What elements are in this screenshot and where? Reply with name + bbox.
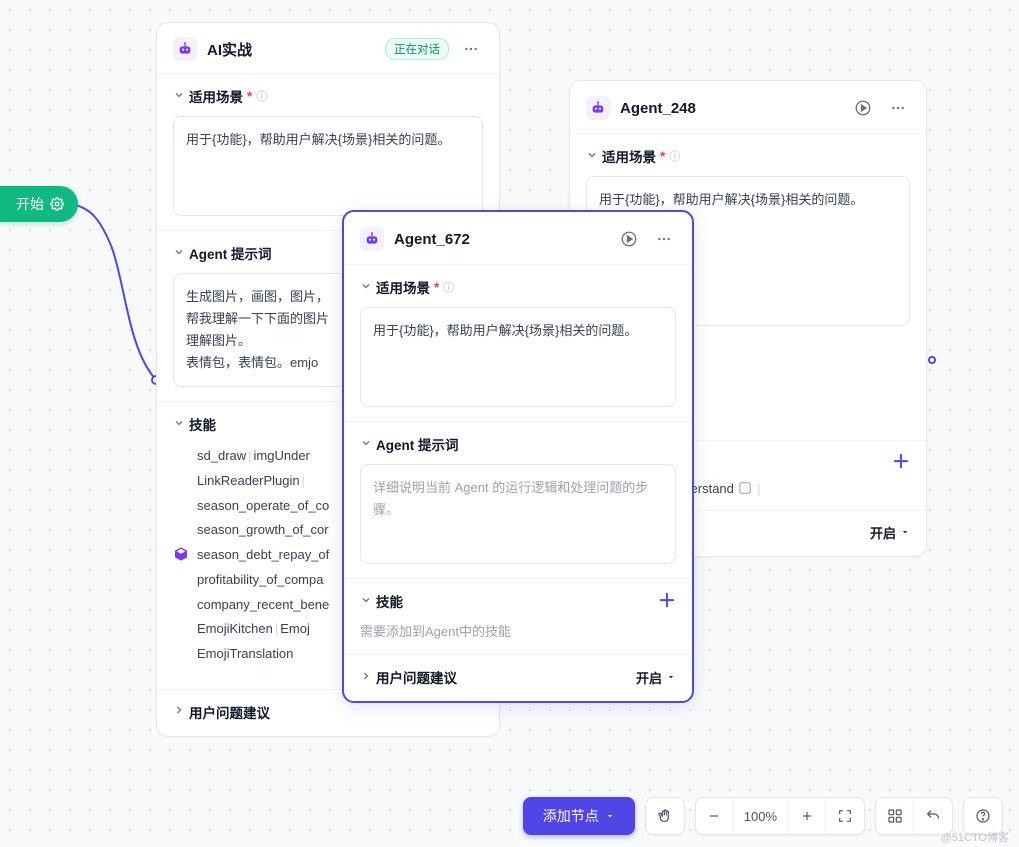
- section-title: 用户问题建议: [189, 702, 270, 722]
- prompt-line: 生成图片，画图，图片，: [186, 289, 329, 304]
- card-title: AI实战: [207, 39, 375, 60]
- section-title: 适用场景: [602, 146, 656, 166]
- info-icon: ⓘ: [443, 279, 454, 295]
- section-title: 适用场景: [189, 86, 243, 106]
- status-badge: 正在对话: [385, 38, 449, 60]
- zoom-level[interactable]: 100%: [734, 798, 788, 834]
- agent-card-672[interactable]: Agent_672 适用场景* ⓘ 用于{功能}，帮助用户解决{场景}相关的问题…: [342, 210, 694, 703]
- section-title: 用户问题建议: [376, 667, 457, 687]
- more-icon[interactable]: [459, 37, 483, 61]
- card-header: AI实战 正在对话: [157, 23, 499, 73]
- prompt-placeholder[interactable]: 详细说明当前 Agent 的运行逻辑和处理问题的步骤。: [360, 464, 676, 564]
- add-skill-button[interactable]: ＋: [658, 592, 676, 610]
- play-icon[interactable]: [850, 95, 876, 121]
- section-title: 技能: [376, 591, 403, 611]
- prompt-line: 理解图片。: [186, 333, 251, 348]
- toggle-label: 开启: [636, 668, 662, 687]
- toggle-label: 开启: [870, 523, 896, 542]
- auto-layout-button[interactable]: [876, 798, 914, 834]
- prompt-line: 帮我理解一下下面的图片: [186, 311, 329, 326]
- bot-icon: [586, 96, 610, 120]
- section-title: Agent 提示词: [189, 243, 272, 263]
- start-label: 开始: [16, 194, 44, 214]
- zoom-in-button[interactable]: [788, 798, 826, 834]
- chevron-down-icon[interactable]: [173, 89, 185, 104]
- required-mark: *: [247, 89, 252, 104]
- skills-section: 技能 ＋ 需要添加到Agent中的技能: [344, 578, 692, 654]
- gear-icon: [50, 197, 64, 211]
- prompt-line: 表情包，表情包。emjo: [186, 355, 318, 370]
- add-skill-button[interactable]: ＋: [892, 453, 910, 471]
- cube-icon: [173, 546, 189, 565]
- zoom-out-button[interactable]: [696, 798, 734, 834]
- chevron-down-icon[interactable]: [173, 246, 185, 261]
- card-title: Agent_248: [620, 100, 840, 117]
- bottom-toolbar: 添加节点 100%: [523, 797, 1003, 835]
- more-icon[interactable]: [652, 227, 676, 251]
- section-title: 技能: [189, 414, 216, 434]
- bot-icon: [360, 227, 384, 251]
- chevron-right-icon[interactable]: [360, 670, 372, 685]
- play-icon[interactable]: [616, 226, 642, 252]
- chevron-down-icon[interactable]: [900, 525, 910, 540]
- chevron-down-icon[interactable]: [173, 417, 185, 432]
- watermark: @51CTO博客: [941, 829, 1009, 845]
- bot-icon: [173, 37, 197, 61]
- chevron-down-icon[interactable]: [586, 149, 598, 164]
- chevron-down-icon[interactable]: [666, 670, 676, 685]
- more-icon[interactable]: [886, 96, 910, 120]
- section-title: Agent 提示词: [376, 434, 459, 454]
- plugin-icon: [738, 481, 752, 495]
- chevron-right-icon[interactable]: [173, 704, 185, 719]
- scenario-text[interactable]: 用于{功能}，帮助用户解决{场景}相关的问题。: [173, 116, 483, 216]
- info-icon: ⓘ: [669, 148, 680, 164]
- chevron-down-icon[interactable]: [360, 437, 372, 452]
- chevron-down-icon[interactable]: [360, 280, 372, 295]
- card-header: Agent_672: [344, 212, 692, 264]
- skills-hint: 需要添加到Agent中的技能: [360, 621, 676, 640]
- pan-hand-button[interactable]: [646, 798, 684, 834]
- fit-view-button[interactable]: [826, 798, 864, 834]
- suggest-section[interactable]: 用户问题建议 开启: [344, 654, 692, 701]
- scenario-section: 适用场景 * ⓘ 用于{功能}，帮助用户解决{场景}相关的问题。: [157, 73, 499, 230]
- skill-list: sd_draw|imgUnder LinkReaderPlugin| seaso…: [197, 444, 329, 666]
- prompt-section: Agent 提示词 详细说明当前 Agent 的运行逻辑和处理问题的步骤。: [344, 421, 692, 578]
- add-node-label: 添加节点: [543, 806, 599, 826]
- start-node[interactable]: 开始: [0, 186, 78, 222]
- toolbar-group-zoom: 100%: [695, 797, 865, 835]
- chevron-down-icon[interactable]: [360, 594, 372, 609]
- scenario-text[interactable]: 用于{功能}，帮助用户解决{场景}相关的问题。: [360, 307, 676, 407]
- info-icon: ⓘ: [256, 88, 267, 104]
- card-header: Agent_248: [570, 81, 926, 133]
- scenario-section: 适用场景* ⓘ 用于{功能}，帮助用户解决{场景}相关的问题。: [344, 264, 692, 421]
- add-node-button[interactable]: 添加节点: [523, 797, 635, 835]
- connection-port[interactable]: [928, 356, 936, 364]
- toolbar-group-pan: [645, 797, 685, 835]
- card-title: Agent_672: [394, 231, 606, 248]
- section-title: 适用场景: [376, 277, 430, 297]
- chevron-down-icon: [605, 811, 615, 821]
